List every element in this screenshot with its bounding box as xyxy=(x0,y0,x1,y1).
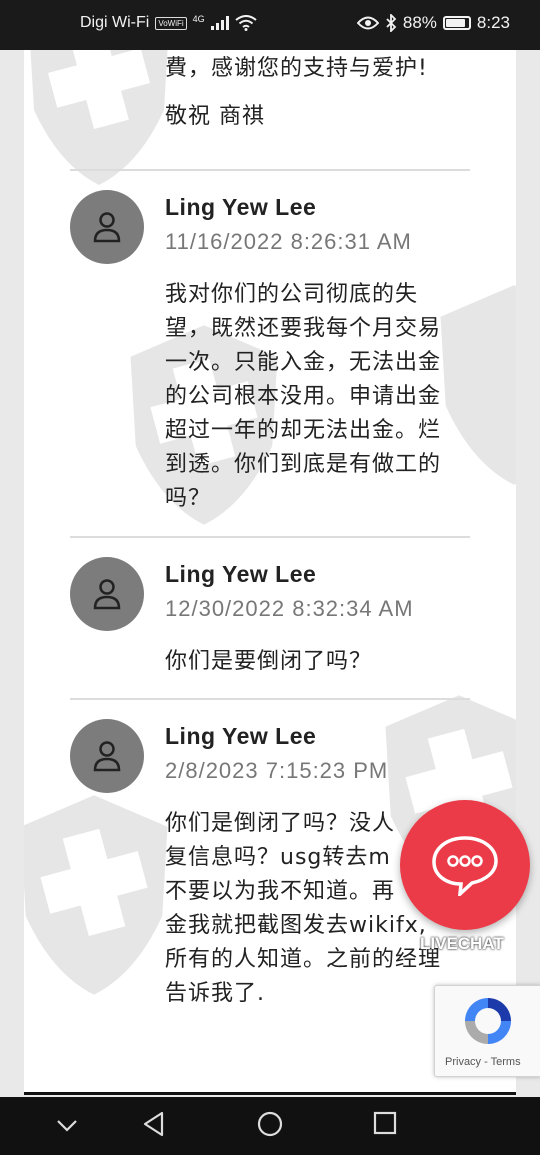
comment-body: 你们是要倒闭了吗？ xyxy=(165,645,475,679)
back-icon[interactable] xyxy=(142,1111,166,1137)
signal-icon xyxy=(210,16,229,30)
previous-reply-line: 費，感谢您的支持与爱护! xyxy=(165,56,428,81)
comment-line: 望，既然还要我每个月交易 xyxy=(165,316,442,341)
chat-bubble-icon xyxy=(432,836,498,896)
comment-date: 12/30/2022 8:32:34 AM xyxy=(165,596,414,621)
comment-line: 吗？ xyxy=(165,486,212,511)
eye-icon xyxy=(356,16,379,30)
clock: 8:23 xyxy=(476,13,510,32)
comment-line: 告诉我了. xyxy=(165,981,265,1006)
system-nav-bar xyxy=(0,1097,540,1155)
terms-link[interactable]: Terms xyxy=(491,1056,521,1068)
bluetooth-icon xyxy=(386,14,397,32)
comment-line: 的公司根本没用。申请出金 xyxy=(165,384,442,409)
comment-line: 超过一年的却无法出金。烂 xyxy=(165,418,442,443)
avatar xyxy=(70,557,144,631)
watermark-shield-icon xyxy=(24,795,168,995)
home-icon[interactable] xyxy=(257,1111,283,1137)
comment-line: 一次。只能入金，无法出金 xyxy=(165,350,442,375)
live-chat-button[interactable]: LIVECHAT xyxy=(400,800,530,960)
avatar xyxy=(70,190,144,264)
user-icon xyxy=(93,212,121,243)
recents-icon[interactable] xyxy=(373,1111,397,1135)
privacy-link[interactable]: Privacy xyxy=(445,1056,481,1068)
battery-percent: 88% xyxy=(402,13,437,32)
chevron-down-icon[interactable] xyxy=(56,1119,78,1133)
avatar xyxy=(70,719,144,793)
live-chat-label: LIVECHAT xyxy=(420,934,504,953)
card-bottom-border xyxy=(24,1092,516,1095)
battery-icon xyxy=(442,16,471,30)
recaptcha-icon xyxy=(465,998,511,1044)
user-icon xyxy=(93,741,121,772)
divider xyxy=(70,536,470,538)
comment-line: 我对你们的公司彻底的失 xyxy=(165,282,419,307)
recaptcha-badge[interactable]: Privacy - Terms xyxy=(434,985,540,1077)
comment-line: 你们是要倒闭了吗？ xyxy=(165,649,373,674)
comment-line: 到透。你们到底是有做工的 xyxy=(165,452,442,477)
divider xyxy=(70,698,470,700)
vowifi-badge: VoWiFi xyxy=(155,16,187,30)
comment-body: 我对你们的公司彻底的失 望，既然还要我每个月交易 一次。只能入金，无法出金 的公… xyxy=(165,278,475,516)
network-type: 4G xyxy=(192,14,205,24)
carrier-name: Digi Wi-Fi xyxy=(80,14,150,31)
previous-reply-signoff: 敬祝 商祺 xyxy=(165,104,265,129)
status-bar: Digi Wi-Fi VoWiFi 4G 88% 8:23 xyxy=(0,0,540,50)
comment-date: 11/16/2022 8:26:31 AM xyxy=(165,229,412,254)
comment-author: Ling Yew Lee xyxy=(165,723,317,749)
comment-date: 2/8/2023 7:15:23 PM xyxy=(165,758,389,783)
divider xyxy=(70,169,470,171)
user-icon xyxy=(93,579,121,610)
recaptcha-links: Privacy - Terms xyxy=(445,1056,521,1068)
link-separator: - xyxy=(481,1056,491,1068)
live-chat-bubble[interactable] xyxy=(400,800,530,930)
comment-author: Ling Yew Lee xyxy=(165,194,317,220)
wifi-icon xyxy=(235,15,257,31)
comment-author: Ling Yew Lee xyxy=(165,561,317,587)
